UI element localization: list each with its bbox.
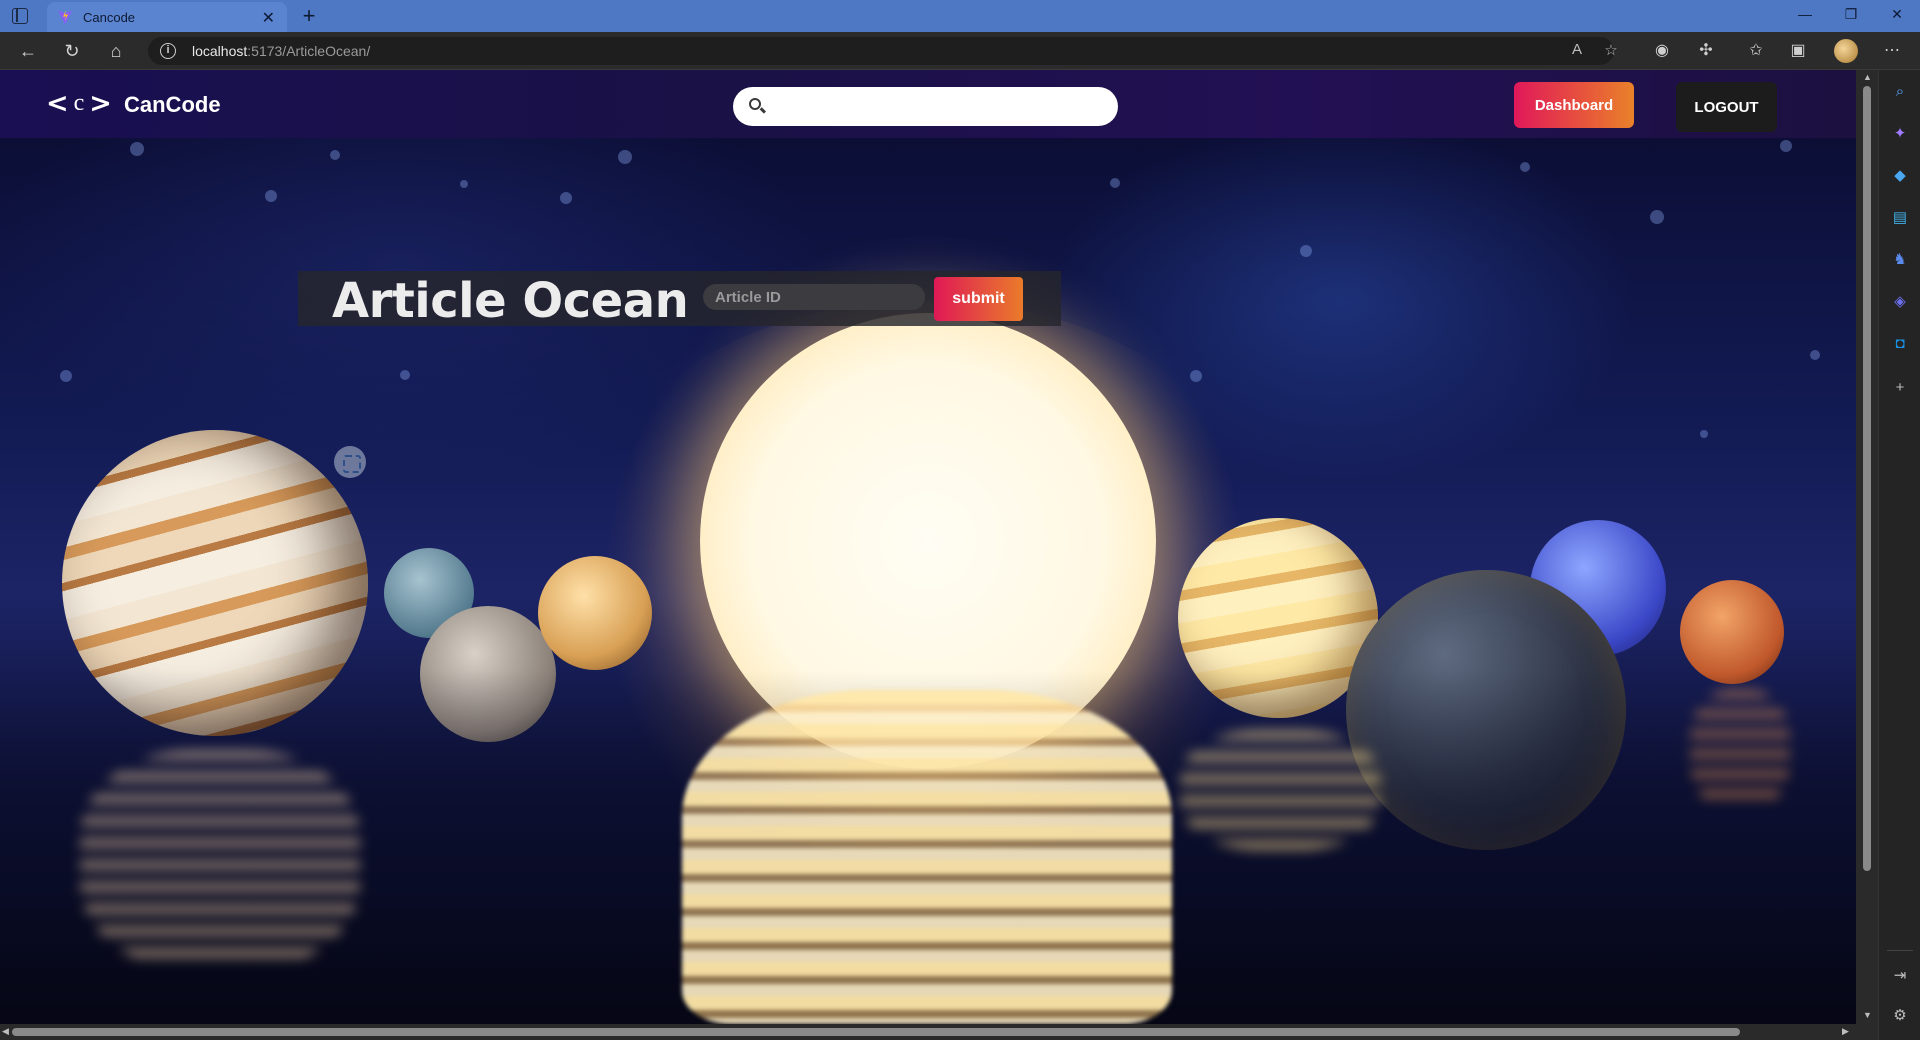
edge-sidebar: ⌕ ✦ ◆ ▤ ♞ ◈ ◘ + ⇥ ⚙: [1878, 70, 1920, 1040]
vertical-scrollbar[interactable]: ▲ ▼: [1856, 70, 1878, 1024]
visual-search-icon[interactable]: [334, 446, 366, 478]
submit-button[interactable]: submit: [934, 277, 1023, 321]
site-logo-text[interactable]: CanCode: [124, 92, 221, 118]
site-header: < c > CanCode Dashboard LOGOUT: [0, 70, 1856, 138]
vite-favicon-icon: [58, 10, 72, 24]
scroll-left-icon[interactable]: ◀: [2, 1026, 9, 1037]
saturn-reflection: [1180, 730, 1380, 850]
logo-bracket-right: >: [89, 87, 113, 119]
office-icon[interactable]: ◈: [1890, 292, 1910, 312]
article-ocean-panel: Article Ocean submit: [298, 271, 1061, 329]
minimize-icon[interactable]: —: [1790, 6, 1820, 22]
tracking-prevention-icon[interactable]: ◉: [1650, 39, 1674, 63]
settings-icon[interactable]: ⚙: [1890, 1006, 1910, 1026]
jupiter-reflection: [80, 750, 360, 970]
sun-reflection: [682, 690, 1172, 1024]
scroll-right-icon[interactable]: ▶: [1842, 1026, 1849, 1037]
vertical-scroll-thumb[interactable]: [1863, 86, 1871, 871]
copilot-icon[interactable]: ✦: [1890, 124, 1910, 144]
article-id-input[interactable]: [703, 284, 925, 310]
tab-title: Cancode: [83, 9, 136, 25]
hide-sidebar-icon[interactable]: ⇥: [1890, 966, 1910, 986]
logout-button[interactable]: LOGOUT: [1676, 82, 1777, 132]
add-icon[interactable]: +: [1890, 378, 1910, 398]
space-ocean-background: [0, 70, 1856, 1024]
url-host: localhost: [192, 43, 248, 59]
tab-close-icon[interactable]: ✕: [262, 8, 275, 28]
mars-planet: [1680, 580, 1784, 684]
page-title: Article Ocean: [332, 273, 689, 329]
browser-titlebar: Cancode ✕ + — ❐ ✕: [0, 0, 1920, 32]
address-bar[interactable]: i localhost:5173/ArticleOcean/ A ☆: [148, 37, 1618, 65]
dashboard-button[interactable]: Dashboard: [1514, 82, 1634, 128]
close-window-icon[interactable]: ✕: [1882, 6, 1912, 23]
page-viewport: < c > CanCode Dashboard LOGOUT Article O…: [0, 70, 1856, 1024]
search-icon: [749, 98, 761, 110]
mars-reflection: [1690, 690, 1790, 810]
tab-actions-icon[interactable]: [12, 8, 28, 24]
search-icon[interactable]: ⌕: [1890, 82, 1910, 102]
venus-planet: [538, 556, 652, 670]
add-favorite-icon[interactable]: ☆: [1600, 41, 1622, 59]
toolbox-icon[interactable]: ▤: [1890, 208, 1910, 228]
site-search-bar[interactable]: [733, 87, 1118, 126]
site-info-icon[interactable]: i: [160, 43, 176, 59]
read-aloud-icon[interactable]: A: [1566, 41, 1588, 58]
back-icon[interactable]: ←: [14, 38, 42, 64]
home-icon[interactable]: ⌂: [102, 38, 130, 64]
scroll-down-icon[interactable]: ▼: [1863, 1010, 1872, 1020]
sidebar-divider: [1887, 950, 1913, 951]
favorites-icon[interactable]: ✩: [1744, 39, 1768, 63]
site-search-input[interactable]: [771, 93, 1101, 120]
outlook-icon[interactable]: ◘: [1890, 334, 1910, 354]
scroll-up-icon[interactable]: ▲: [1863, 72, 1872, 82]
games-icon[interactable]: ♞: [1890, 250, 1910, 270]
horizontal-scrollbar[interactable]: ◀ ▶: [0, 1024, 1878, 1040]
more-menu-icon[interactable]: ⋯: [1880, 39, 1904, 63]
horizontal-scroll-thumb[interactable]: [12, 1028, 1740, 1036]
browser-tab[interactable]: Cancode ✕: [47, 2, 287, 32]
collections-icon[interactable]: ▣: [1786, 39, 1810, 63]
refresh-icon[interactable]: ↻: [58, 38, 86, 64]
new-tab-button[interactable]: +: [296, 3, 322, 29]
restore-icon[interactable]: ❐: [1836, 6, 1866, 23]
logo-letter: c: [73, 89, 86, 116]
shopping-tag-icon[interactable]: ◆: [1890, 166, 1910, 186]
logo-bracket-left: <: [46, 87, 70, 119]
url-text: localhost:5173/ArticleOcean/: [192, 43, 370, 59]
extensions-icon[interactable]: ✣: [1694, 39, 1718, 63]
browser-toolbar: ← ↻ ⌂ i localhost:5173/ArticleOcean/ A ☆…: [0, 32, 1920, 70]
url-path: :5173/ArticleOcean/: [247, 43, 371, 59]
profile-avatar[interactable]: [1834, 39, 1858, 63]
cancode-logo-icon[interactable]: < c >: [46, 86, 113, 120]
